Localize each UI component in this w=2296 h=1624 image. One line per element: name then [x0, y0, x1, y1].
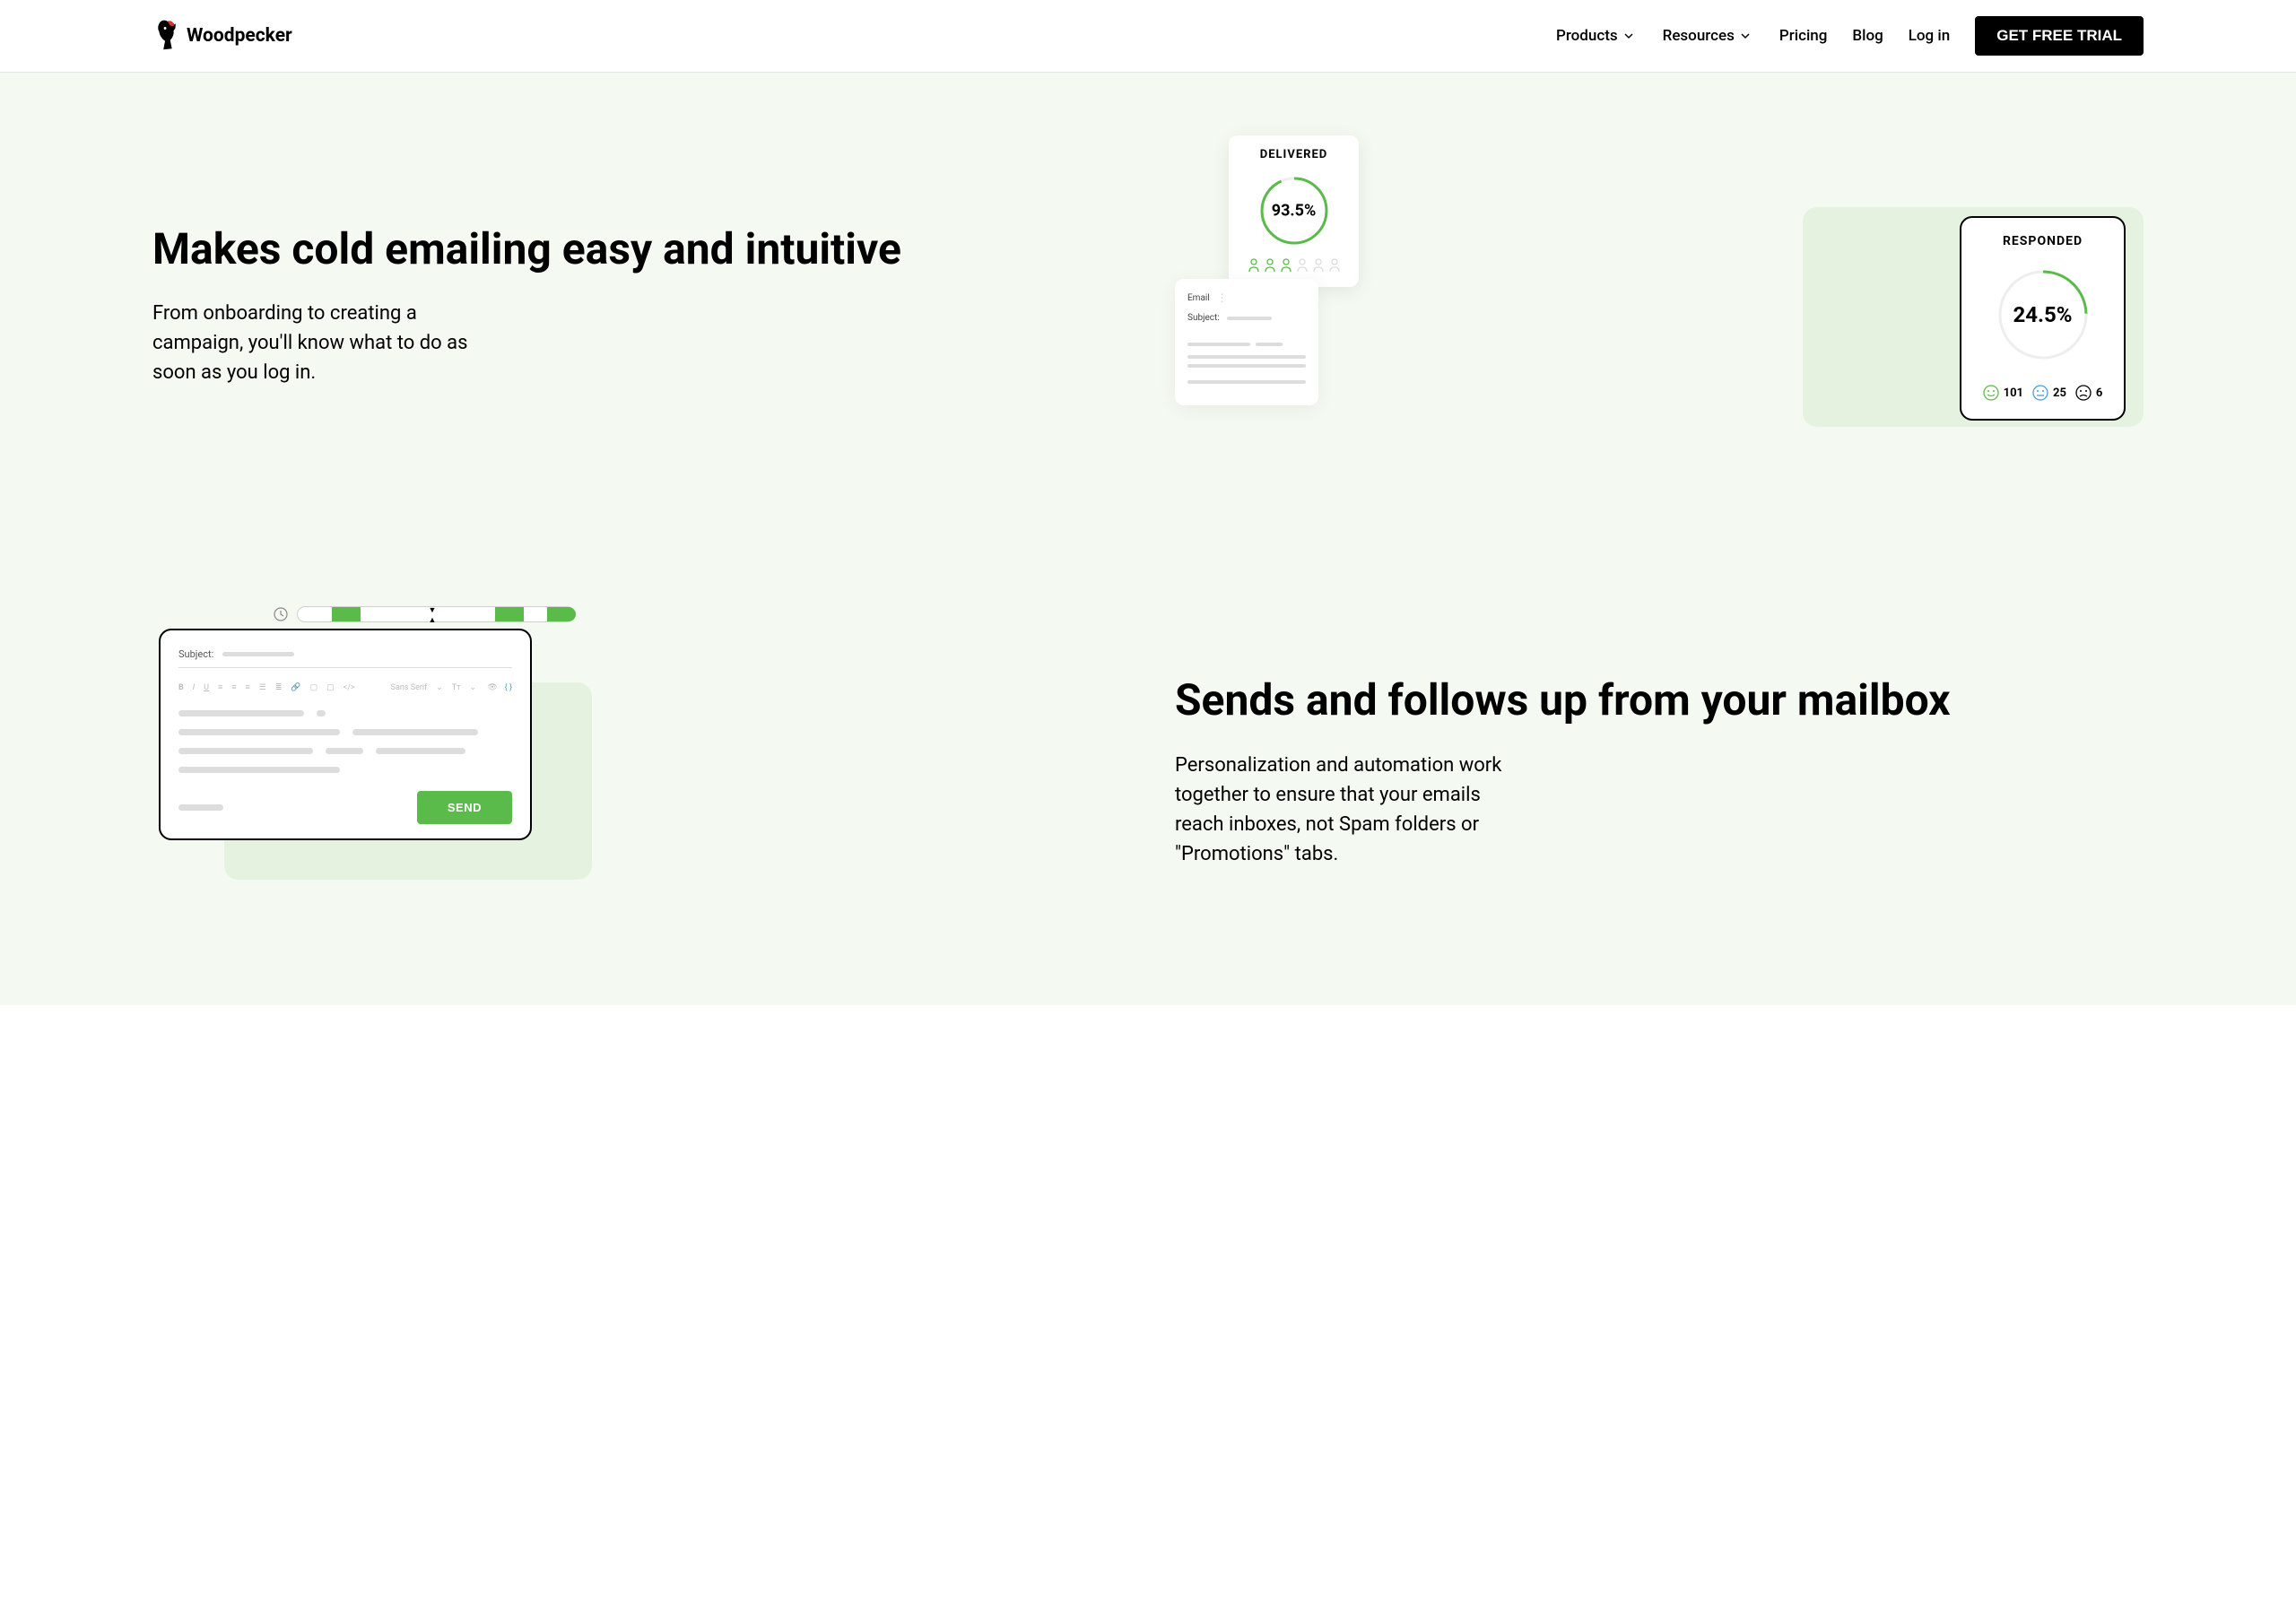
- placeholder-bar: [222, 652, 294, 656]
- timeline-track: ▼▲: [297, 606, 575, 622]
- site-header: Woodpecker Products Resources Pricing Bl…: [0, 0, 2296, 73]
- neutral-face-icon: [2032, 385, 2048, 401]
- responded-label: RESPONDED: [1972, 234, 2113, 248]
- variables-icon: { }: [505, 683, 512, 692]
- sad-count: 6: [2096, 386, 2102, 400]
- section-title: Sends and follows up from your mailbox: [1175, 675, 2144, 725]
- track-segment: [495, 607, 524, 621]
- woodpecker-icon: [152, 19, 179, 53]
- track-segment: [332, 607, 361, 621]
- nav-login[interactable]: Log in: [1909, 27, 1950, 45]
- align-icon: ≡: [231, 682, 236, 692]
- section-title: Makes cold emailing easy and intuitive: [152, 224, 1121, 274]
- main-nav: Products Resources Pricing Blog Log in G…: [1556, 16, 2144, 56]
- placeholder-bar: [376, 748, 465, 754]
- cta-free-trial-button[interactable]: GET FREE TRIAL: [1975, 16, 2144, 56]
- subject-label: Subject:: [178, 648, 213, 660]
- placeholder-bar: [178, 748, 313, 754]
- nav-right: Pricing Blog Log in GET FREE TRIAL: [1779, 16, 2144, 56]
- placeholder-bar: [1227, 317, 1272, 320]
- card-email-compose: Email ⋮ Subject:: [1175, 279, 1318, 405]
- italic-icon: I: [193, 683, 195, 692]
- placeholder-bar: [1187, 355, 1306, 359]
- placeholder-bar: [178, 710, 304, 716]
- align-icon: ≡: [218, 682, 222, 692]
- delivered-percent: 93.5%: [1272, 202, 1317, 221]
- sentiment-row: 101 25 6: [1972, 385, 2113, 401]
- brand-logo[interactable]: Woodpecker: [152, 19, 292, 53]
- placeholder-bar: [352, 729, 478, 735]
- format-toolbar: B I U ≡ ≡ ≡ ☰ ≣ 🔗 ▢ ▢ </> Sans Serif ⌄ T…: [178, 682, 512, 692]
- body-placeholder: [178, 710, 512, 773]
- nav-blog[interactable]: Blog: [1852, 27, 1883, 45]
- nav-products-label: Products: [1556, 27, 1618, 45]
- placeholder-bar: [1187, 380, 1306, 384]
- card-delivered: DELIVERED 93.5%: [1229, 135, 1359, 287]
- chevron-down-icon: ⌄: [469, 683, 476, 692]
- sad-face-icon: [2075, 385, 2092, 401]
- preview-icon: 👁: [487, 683, 497, 692]
- track-segment: [547, 607, 576, 621]
- align-icon: ≡: [246, 682, 250, 692]
- section-description: From onboarding to creating a campaign, …: [152, 299, 511, 387]
- timeline: ▼▲: [274, 606, 575, 622]
- email-label: Email: [1187, 293, 1210, 303]
- link-icon: 🔗: [291, 683, 300, 692]
- send-button[interactable]: SEND: [417, 791, 512, 824]
- subject-label: Subject:: [1187, 313, 1220, 323]
- section-text: Makes cold emailing easy and intuitive F…: [152, 224, 1121, 387]
- nav-products[interactable]: Products: [1556, 27, 1634, 45]
- section-description: Personalization and automation work toge…: [1175, 751, 1534, 869]
- responded-percent: 24.5%: [2013, 302, 2072, 327]
- chevron-down-icon: ⌄: [436, 683, 443, 692]
- placeholder-bar: [178, 767, 340, 773]
- image-icon: ▢: [310, 683, 318, 692]
- main-content: Makes cold emailing easy and intuitive F…: [0, 73, 2296, 1005]
- person-icon: [1264, 258, 1276, 273]
- people-icons: [1238, 258, 1350, 273]
- person-icon: [1328, 258, 1341, 273]
- chevron-down-icon: [1740, 30, 1751, 41]
- underline-icon: U: [204, 683, 209, 692]
- section-cold-emailing: Makes cold emailing easy and intuitive F…: [0, 73, 2296, 539]
- menu-dots-icon: ⋮: [1217, 291, 1228, 304]
- clock-icon: [274, 607, 288, 621]
- section-visual: ▼▲ Subject: B I U ≡ ≡ ≡ ☰: [152, 602, 1121, 942]
- placeholder-bar: [1187, 364, 1306, 368]
- person-icon: [1312, 258, 1325, 273]
- person-icon: [1296, 258, 1309, 273]
- list-icon: ☰: [259, 683, 266, 692]
- neutral-count: 25: [2053, 386, 2066, 400]
- list-icon: ≣: [275, 683, 283, 692]
- chevron-down-icon: [1623, 30, 1634, 41]
- font-selector: Sans Serif: [391, 683, 428, 692]
- placeholder-bar: [326, 748, 363, 754]
- image-icon: ▢: [326, 683, 335, 692]
- section-mailbox: ▼▲ Subject: B I U ≡ ≡ ≡ ☰: [0, 539, 2296, 1005]
- section-visual: DELIVERED 93.5%: [1175, 135, 2144, 476]
- placeholder-bar: [1187, 343, 1250, 346]
- happy-face-icon: [1983, 385, 1999, 401]
- placeholder-bar: [178, 804, 223, 811]
- code-icon: </>: [344, 683, 355, 692]
- happy-count: 101: [2004, 386, 2023, 400]
- track-handle: ▼▲: [428, 605, 437, 625]
- section-text: Sends and follows up from your mailbox P…: [1175, 675, 2144, 868]
- brand-name: Woodpecker: [187, 25, 292, 47]
- placeholder-bar: [1256, 343, 1283, 346]
- card-responded: RESPONDED 24.5% 101 25: [1960, 216, 2126, 421]
- person-icon: [1280, 258, 1292, 273]
- compose-card: Subject: B I U ≡ ≡ ≡ ☰ ≣ 🔗 ▢ ▢ </> Sans: [159, 629, 532, 840]
- nav-resources-label: Resources: [1663, 27, 1735, 45]
- responded-donut: 24.5%: [1995, 266, 2092, 363]
- placeholder-bar: [317, 710, 326, 716]
- delivered-label: DELIVERED: [1238, 148, 1350, 161]
- placeholder-bar: [178, 729, 340, 735]
- text-size-icon: Tт: [452, 683, 461, 692]
- nav-pricing[interactable]: Pricing: [1779, 27, 1828, 45]
- person-icon: [1248, 258, 1260, 273]
- bold-icon: B: [178, 683, 184, 692]
- nav-resources[interactable]: Resources: [1663, 27, 1751, 45]
- delivered-donut: 93.5%: [1257, 174, 1331, 248]
